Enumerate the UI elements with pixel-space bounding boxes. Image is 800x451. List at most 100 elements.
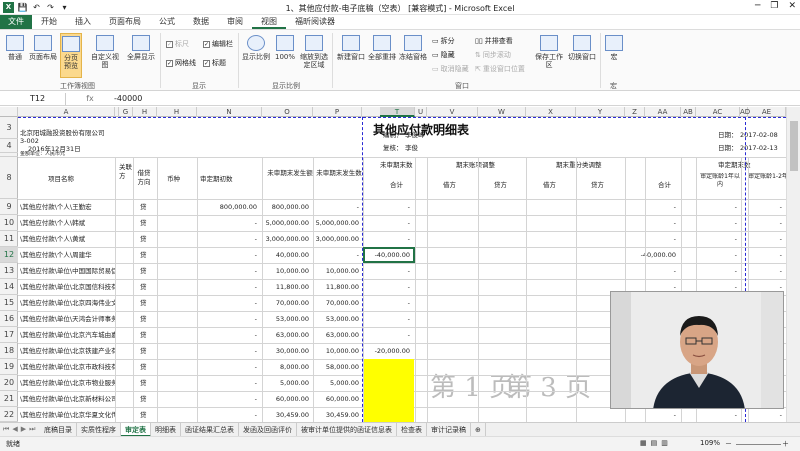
cell-audit-begin[interactable]: - bbox=[198, 329, 260, 341]
normal-view-button[interactable]: 普通 bbox=[4, 35, 26, 61]
page-break-preview-button[interactable]: 分页预览 bbox=[60, 33, 82, 78]
sheet-tab-audit-notes[interactable]: 审计记录稿 bbox=[427, 422, 471, 437]
cell-age-1[interactable]: - bbox=[697, 217, 740, 229]
tab-formulas[interactable]: 公式 bbox=[150, 15, 184, 29]
cell-item-name[interactable]: \其他应付款\单位\北京华夏文化传媒公司 bbox=[20, 409, 115, 421]
row-header[interactable]: 20 bbox=[0, 375, 18, 391]
cell-item-name[interactable]: \其他应付款\单位\北京汽车城由嘉汽车销售公司 bbox=[20, 329, 115, 341]
headings-checkbox[interactable]: ✓ 标题 bbox=[203, 58, 226, 68]
row-header[interactable]: 21 bbox=[0, 391, 18, 407]
macros-button[interactable]: 宏 bbox=[604, 35, 624, 61]
cell-audit-begin[interactable]: - bbox=[198, 393, 260, 405]
ruler-checkbox[interactable]: ✓ 标尺 bbox=[166, 39, 189, 49]
cell-unaudited-end[interactable]: - bbox=[315, 249, 362, 261]
column-header-z[interactable]: Z bbox=[625, 107, 645, 117]
customize-qat-icon[interactable]: ▾ bbox=[59, 2, 70, 13]
row-header-selected[interactable]: 12 bbox=[0, 247, 18, 263]
cell-age-2[interactable]: - bbox=[749, 249, 785, 261]
row-header[interactable]: 3 bbox=[0, 117, 18, 139]
restore-button[interactable]: ❐ bbox=[770, 1, 778, 11]
cell-direction[interactable]: 贷 bbox=[140, 393, 154, 405]
cell-direction[interactable]: 贷 bbox=[140, 265, 154, 277]
tab-foxit-reader[interactable]: 福昕阅读器 bbox=[286, 15, 344, 29]
row-header[interactable]: 11 bbox=[0, 231, 18, 247]
row-header[interactable]: 10 bbox=[0, 215, 18, 231]
cell-direction[interactable]: 贷 bbox=[140, 233, 154, 245]
column-header-x[interactable]: X bbox=[526, 107, 576, 117]
tab-review[interactable]: 审阅 bbox=[218, 15, 252, 29]
cell-direction[interactable]: 贷 bbox=[140, 377, 154, 389]
cell-direction[interactable]: 贷 bbox=[140, 313, 154, 325]
cell-unaudited-end[interactable]: 60,000.00 bbox=[315, 393, 362, 405]
formula-bar-checkbox[interactable]: ✓ 编辑栏 bbox=[203, 39, 233, 49]
cell-unaudited-change[interactable]: 10,000.00 bbox=[264, 265, 312, 277]
cell-direction[interactable]: 贷 bbox=[140, 281, 154, 293]
vertical-scrollbar[interactable] bbox=[786, 107, 800, 422]
cell-unaudited-end[interactable]: - bbox=[315, 201, 362, 213]
select-all-corner[interactable] bbox=[0, 107, 18, 117]
switch-windows-button[interactable]: 切换窗口 bbox=[566, 35, 598, 61]
cell-unaudited-total[interactable]: - bbox=[365, 233, 413, 245]
column-header-g[interactable]: H bbox=[133, 107, 157, 117]
cell-item-name[interactable]: \其他应付款\单位\北京新材料公司 bbox=[20, 393, 115, 405]
freeze-panes-button[interactable]: 冻结窗格 bbox=[398, 35, 428, 61]
column-header-y[interactable]: Y bbox=[576, 107, 625, 117]
zoom-button[interactable]: 显示比例 bbox=[242, 35, 270, 61]
unhide-button[interactable]: ▭ 取消隐藏 bbox=[432, 64, 469, 74]
split-button[interactable]: ▭ 拆分 bbox=[432, 36, 455, 46]
undo-icon[interactable]: ↶ bbox=[31, 2, 42, 13]
view-side-by-side-button[interactable]: ▯▯ 并排查看 bbox=[475, 36, 513, 46]
cell-item-name[interactable]: \其他应付款\单位\北京市物业服务公司 bbox=[20, 377, 115, 389]
cell-audit-begin[interactable]: - bbox=[198, 409, 260, 421]
row-header[interactable]: 18 bbox=[0, 343, 18, 359]
normal-view-status-icon[interactable]: ▦ bbox=[640, 439, 647, 447]
cell-unaudited-end[interactable]: 10,000.00 bbox=[315, 265, 362, 277]
redo-icon[interactable]: ↷ bbox=[45, 2, 56, 13]
cell-item-name[interactable]: \其他应付款\个人\周建华 bbox=[20, 249, 115, 261]
column-header-h[interactable]: H bbox=[157, 107, 197, 117]
cell-unaudited-change[interactable]: 40,000.00 bbox=[264, 249, 312, 261]
cell-unaudited-change[interactable]: 3,000,000.00 bbox=[264, 233, 312, 245]
selected-cell[interactable] bbox=[363, 247, 415, 263]
cell-unaudited-total[interactable]: - bbox=[365, 201, 413, 213]
cell-audited-total[interactable]: - bbox=[627, 233, 679, 245]
hide-button[interactable]: ▭ 隐藏 bbox=[432, 50, 455, 60]
row-header[interactable]: 9 bbox=[0, 199, 18, 215]
cell-item-name[interactable]: \其他应付款\单位\北京铁建产业有限公司 bbox=[20, 345, 115, 357]
cell-age-1[interactable]: - bbox=[697, 265, 740, 277]
zoom-in-button[interactable]: ＋ bbox=[782, 439, 789, 449]
cell-audit-begin[interactable]: - bbox=[198, 297, 260, 309]
cell-age-2[interactable]: - bbox=[749, 217, 785, 229]
cell-item-name[interactable]: \其他应付款\单位\北京国信科技有限公司 bbox=[20, 281, 115, 293]
cell-direction[interactable]: 贷 bbox=[140, 249, 154, 261]
cell-unaudited-change[interactable]: 800,000.00 bbox=[264, 201, 312, 213]
cell-unaudited-change[interactable]: 11,800.00 bbox=[264, 281, 312, 293]
column-header-aa[interactable]: AA bbox=[645, 107, 681, 117]
cell-unaudited-end[interactable]: 5,000.00 bbox=[315, 377, 362, 389]
row-header[interactable]: 15 bbox=[0, 295, 18, 311]
cell-unaudited-change[interactable]: 53,000.00 bbox=[264, 313, 312, 325]
column-header-ad[interactable]: AD bbox=[740, 107, 750, 117]
cell-unaudited-end[interactable]: 70,000.00 bbox=[315, 297, 362, 309]
gridlines-checkbox[interactable]: ✓ 网格线 bbox=[166, 58, 196, 68]
prev-sheet-icon[interactable]: ◀ bbox=[12, 425, 17, 434]
row-header[interactable]: 14 bbox=[0, 279, 18, 295]
cell-age-2[interactable]: - bbox=[749, 201, 785, 213]
cell-unaudited-total[interactable]: - bbox=[365, 265, 413, 277]
row-header[interactable]: 17 bbox=[0, 327, 18, 343]
cell-audit-begin[interactable]: - bbox=[198, 265, 260, 277]
cell-direction[interactable]: 贷 bbox=[140, 361, 154, 373]
last-sheet-icon[interactable]: ⏭ bbox=[29, 425, 35, 434]
row-header[interactable]: 16 bbox=[0, 311, 18, 327]
cell-audit-begin[interactable]: - bbox=[198, 249, 260, 261]
cell-unaudited-total[interactable]: - bbox=[365, 217, 413, 229]
cell-item-name[interactable]: \其他应付款\单位\中国国际贸易促进委员会 bbox=[20, 265, 115, 277]
cell-age-2[interactable]: - bbox=[749, 265, 785, 277]
zoom-to-selection-button[interactable]: 缩放到选定区域 bbox=[298, 35, 330, 69]
insert-sheet-icon[interactable]: ⊕ bbox=[471, 422, 486, 437]
tab-data[interactable]: 数据 bbox=[184, 15, 218, 29]
row-header[interactable]: 19 bbox=[0, 359, 18, 375]
sheet-tab-inspection[interactable]: 检查表 bbox=[397, 422, 427, 437]
cell-direction[interactable]: 贷 bbox=[140, 329, 154, 341]
reset-window-position-button[interactable]: ⇱ 重设窗口位置 bbox=[475, 64, 525, 74]
